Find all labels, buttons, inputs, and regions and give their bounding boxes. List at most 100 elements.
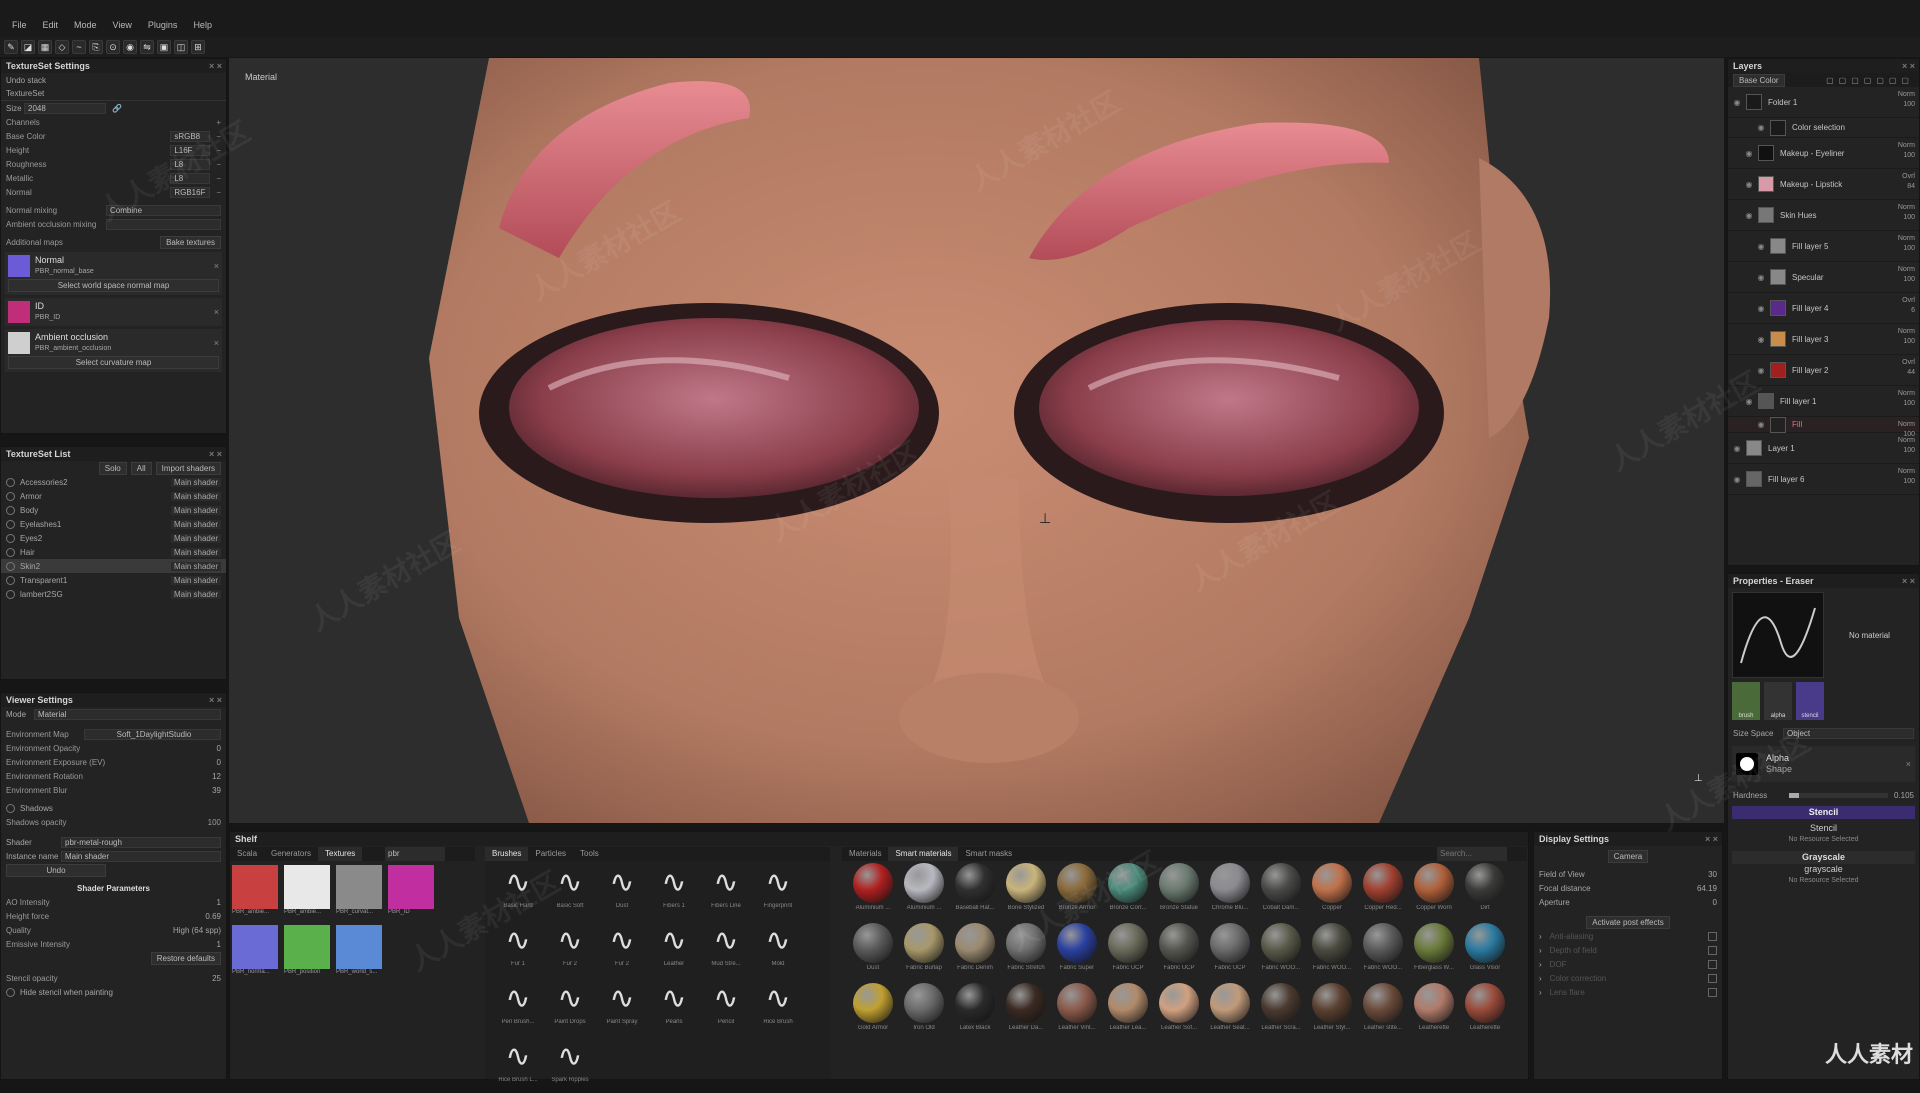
material-item[interactable]: Chrome Blu... <box>1205 863 1255 921</box>
remove-map-icon[interactable]: × <box>214 261 219 271</box>
textureset-radio[interactable] <box>6 575 15 585</box>
material-item[interactable]: Fabric Burlap <box>899 923 949 981</box>
layer-actions-icon[interactable]: ▢▢▢▢▢▢▢ <box>1826 76 1914 85</box>
material-item[interactable]: Fabric Stretch <box>1001 923 1051 981</box>
projection-tool-icon[interactable]: ▦ <box>38 40 52 54</box>
material-item[interactable]: Dirt <box>1460 863 1510 921</box>
effect-checkbox[interactable] <box>1708 959 1717 969</box>
shelf-tab[interactable]: Scala <box>230 847 264 861</box>
brush-item[interactable]: ∿ Paint Drops <box>545 979 595 1035</box>
tool-slot-alpha[interactable]: alpha <box>1764 682 1792 720</box>
instance-name-field[interactable]: Main shader <box>61 850 221 862</box>
channel-format-select[interactable]: L8 <box>170 172 211 184</box>
textureset-shader[interactable]: Main shader <box>170 589 221 599</box>
visibility-icon[interactable]: ◉ <box>1756 335 1766 344</box>
shelf-tab[interactable]: Materials <box>842 847 888 861</box>
visibility-icon[interactable]: ◉ <box>1756 304 1766 313</box>
textureset-item[interactable]: Skin2 Main shader <box>1 559 226 573</box>
brush-item[interactable]: ∿ Mud Stre... <box>701 921 751 977</box>
textureset-shader[interactable]: Main shader <box>170 519 221 529</box>
env-slider-value[interactable]: 12 <box>212 772 221 781</box>
expand-icon[interactable]: › <box>1539 974 1542 983</box>
expand-icon[interactable]: › <box>1539 988 1542 997</box>
shadows-checkbox[interactable] <box>6 803 15 813</box>
menu-item-file[interactable]: File <box>6 20 33 30</box>
visibility-icon[interactable]: ◉ <box>1756 366 1766 375</box>
material-item[interactable]: Cobalt Dam... <box>1256 863 1306 921</box>
shadows-opacity-value[interactable]: 100 <box>208 818 221 827</box>
remove-map-icon[interactable]: × <box>214 307 219 317</box>
effect-checkbox[interactable] <box>1708 931 1717 941</box>
shader-params-header[interactable]: Shader Parameters <box>1 881 226 895</box>
layout-icon[interactable]: ⊞ <box>191 40 205 54</box>
material-item[interactable]: Aluminium ... <box>899 863 949 921</box>
shader-param-value[interactable]: 0.69 <box>205 912 221 921</box>
textureset-item[interactable]: Body Main shader <box>1 503 226 517</box>
material-item[interactable]: Aluminium ... <box>848 863 898 921</box>
material-item[interactable]: Fabric Denim <box>950 923 1000 981</box>
visibility-icon[interactable]: ◉ <box>1732 475 1742 484</box>
close-icon[interactable]: × × <box>209 447 222 461</box>
normal-mixing-select[interactable]: Combine <box>106 204 221 216</box>
textureset-radio[interactable] <box>6 491 15 501</box>
size-select[interactable]: 2048 <box>24 102 106 114</box>
visibility-icon[interactable]: ◉ <box>1756 273 1766 282</box>
textureset-shader[interactable]: Main shader <box>170 477 221 487</box>
layer-blend[interactable]: Norm 100 <box>1898 203 1915 223</box>
effect-checkbox[interactable] <box>1708 973 1717 983</box>
menu-item-edit[interactable]: Edit <box>37 20 65 30</box>
alpha-slot[interactable]: Alpha Shape × <box>1732 746 1915 782</box>
env-slider-value[interactable]: 0 <box>217 744 221 753</box>
brush-item[interactable]: ∿ Pearls <box>649 979 699 1035</box>
polygon-fill-icon[interactable]: ◇ <box>55 40 69 54</box>
textureset-radio[interactable] <box>6 547 15 557</box>
hardness-value[interactable]: 0.105 <box>1894 791 1914 800</box>
brush-item[interactable]: ∿ Fur 2 <box>597 921 647 977</box>
layer-blend[interactable]: Norm 100 <box>1898 234 1915 254</box>
textureset-item[interactable]: Transparent1 Main shader <box>1 573 226 587</box>
brush-item[interactable]: ∿ Fur 1 <box>493 921 543 977</box>
all-button[interactable]: All <box>130 461 152 475</box>
visibility-icon[interactable]: ◉ <box>1756 123 1766 132</box>
material-item[interactable]: Glass Visor <box>1460 923 1510 981</box>
bake-textures-button[interactable]: Bake textures <box>160 235 221 249</box>
import-shaders-button[interactable]: Import shaders <box>155 461 221 475</box>
material-item[interactable]: Bronze Statue <box>1154 863 1204 921</box>
textureset-item[interactable]: Eyes2 Main shader <box>1 531 226 545</box>
textureset-radio[interactable] <box>6 533 15 543</box>
textureset-item[interactable]: Armor Main shader <box>1 489 226 503</box>
screenshot-icon[interactable]: ◫ <box>174 40 188 54</box>
remove-channel-icon[interactable]: − <box>216 160 221 169</box>
hardness-fill[interactable] <box>1789 792 1800 798</box>
hide-stencil-checkbox[interactable] <box>6 987 15 997</box>
layer-item[interactable]: ◉ Specular Norm 100 <box>1728 262 1919 293</box>
brush-item[interactable]: ∿ Fur 2 <box>545 921 595 977</box>
layer-item[interactable]: ◉ Fill layer 6 Norm 100 <box>1728 464 1919 495</box>
viewport-3d[interactable]: Material ⊥ ⊥ <box>229 58 1724 823</box>
textureset-item[interactable]: Eyelashes1 Main shader <box>1 517 226 531</box>
visibility-icon[interactable]: ◉ <box>1756 420 1766 429</box>
layer-item[interactable]: ◉ Folder 1 Norm 100 <box>1728 87 1919 118</box>
remove-channel-icon[interactable]: − <box>216 132 221 141</box>
paint-tool-icon[interactable]: ✎ <box>4 40 18 54</box>
expand-icon[interactable]: › <box>1539 960 1542 969</box>
solo-button[interactable]: Solo <box>98 461 127 475</box>
effect-row[interactable]: › DOF <box>1534 957 1722 971</box>
layer-blend[interactable]: Ovrl 6 <box>1902 296 1915 316</box>
material-item[interactable]: Leather Lea... <box>1103 983 1153 1041</box>
layer-item[interactable]: ◉ Layer 1 Norm 100 <box>1728 433 1919 464</box>
material-item[interactable]: Leather Da... <box>1001 983 1051 1041</box>
material-item[interactable]: Latex Black <box>950 983 1000 1041</box>
textureset-item[interactable]: lambert2SG Main shader <box>1 587 226 601</box>
material-item[interactable]: Baseball Hat... <box>950 863 1000 921</box>
brush-item[interactable]: ∿ Leather <box>649 921 699 977</box>
texture-item[interactable]: PBR_norma... <box>232 925 280 981</box>
brush-item[interactable]: ∿ Rice Brush L... <box>493 1037 543 1093</box>
fov-value[interactable]: 30 <box>1708 870 1717 879</box>
tool-slot-brush[interactable]: brush <box>1732 682 1760 720</box>
camera-tab[interactable]: Camera <box>1607 850 1649 863</box>
material-item[interactable]: Leather Sof... <box>1154 983 1204 1041</box>
material-item[interactable]: Bone Stylized <box>1001 863 1051 921</box>
shelf-tab[interactable]: Tools <box>573 847 606 861</box>
effect-checkbox[interactable] <box>1708 987 1717 997</box>
